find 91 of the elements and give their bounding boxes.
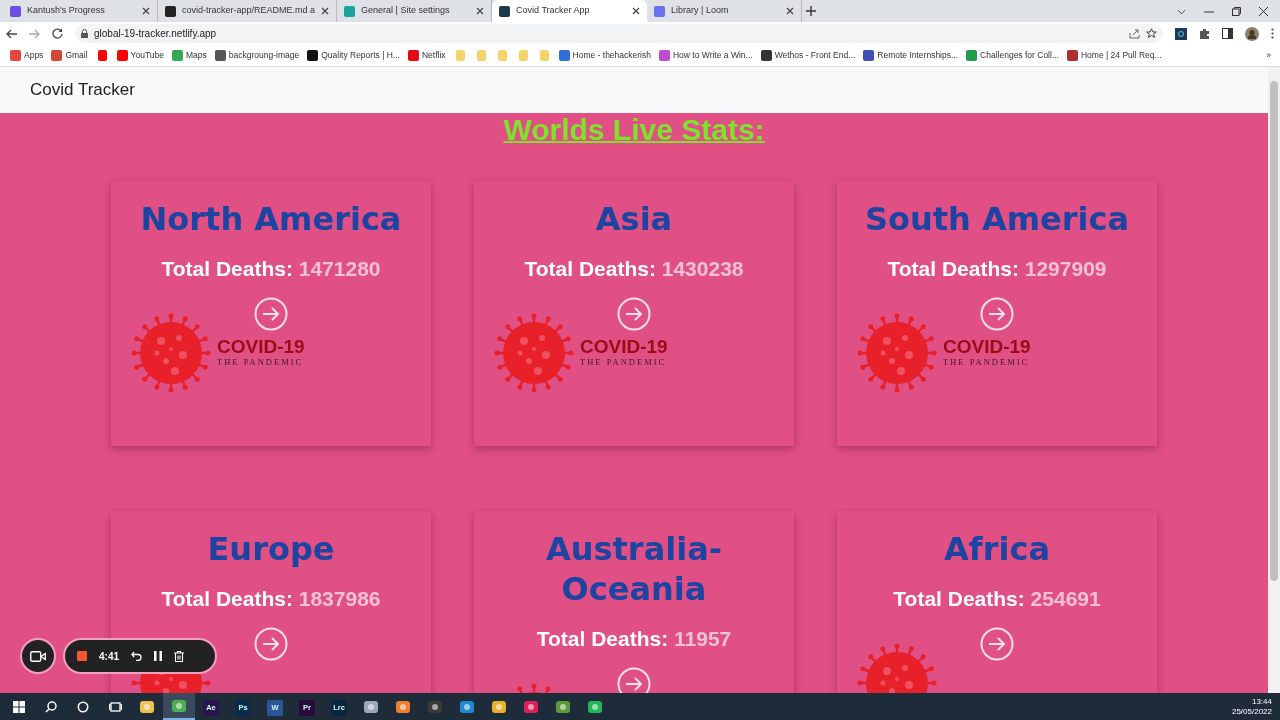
logo-title: COVID-19 <box>580 336 668 356</box>
total-deaths: Total Deaths: 254691 <box>892 586 1102 612</box>
close-icon[interactable] <box>632 7 641 15</box>
arrow-circle-icon[interactable] <box>254 626 288 661</box>
bookmark[interactable]: Apps <box>24 49 44 62</box>
trash-icon[interactable] <box>174 650 184 662</box>
arrow-circle-icon[interactable] <box>254 296 288 331</box>
share-icon[interactable] <box>1129 28 1140 39</box>
region-title: Europe <box>206 529 336 569</box>
restore-icon[interactable] <box>1232 7 1241 16</box>
navbar-brand[interactable]: Covid Tracker <box>30 77 135 103</box>
arrow-circle-icon[interactable] <box>980 296 1014 331</box>
back-icon[interactable] <box>6 28 17 39</box>
app-icon[interactable] <box>459 699 475 716</box>
clock-date: 25/05/2022 <box>1231 706 1272 717</box>
tab-title: Covid Tracker App <box>516 4 591 18</box>
more-icon[interactable] <box>1271 28 1274 39</box>
virus-icon <box>131 312 211 393</box>
undo-icon[interactable] <box>131 651 142 661</box>
bookmark[interactable]: Home | 24 Pull Req... <box>1081 49 1162 62</box>
address-bar[interactable]: global-19-tracker.netlify.app <box>75 24 1163 43</box>
pause-icon[interactable] <box>154 651 162 661</box>
app-icon[interactable] <box>491 699 507 716</box>
sidepanel-icon[interactable] <box>1222 28 1233 39</box>
task-view-icon[interactable] <box>108 701 122 714</box>
bookmark[interactable]: Maps <box>186 49 207 62</box>
chevron-icon[interactable] <box>1177 8 1186 15</box>
logo-title: COVID-19 <box>217 336 305 356</box>
logo-title: COVID-19 <box>943 336 1031 356</box>
lock-icon <box>81 29 88 38</box>
region-title: South America <box>863 199 1131 239</box>
app-icon[interactable] <box>363 699 379 716</box>
logo-subtitle: THE PANDEMIC <box>217 355 305 369</box>
total-deaths: Total Deaths: 1837986 <box>160 586 382 612</box>
close-icon[interactable] <box>321 7 330 15</box>
bookmark[interactable]: Home - thehackerish <box>572 49 651 62</box>
app-icon[interactable] <box>587 699 603 716</box>
bookmark[interactable]: Quality Reports | H... <box>321 49 400 62</box>
close-icon[interactable] <box>476 7 485 15</box>
arrow-circle-icon[interactable] <box>980 626 1014 661</box>
region-title: Australia-Oceania <box>544 529 724 609</box>
bookmark[interactable]: Remote Internships... <box>877 49 959 62</box>
tab[interactable]: Covid Tracker App <box>492 0 648 22</box>
bookmark[interactable]: backgroung-image <box>228 49 300 62</box>
app-icon[interactable] <box>523 699 539 716</box>
total-deaths: Total Deaths: 1471280 <box>160 256 382 282</box>
app-icon[interactable] <box>139 699 155 716</box>
tab-title: Library | Loom <box>671 4 730 18</box>
reload-icon[interactable] <box>52 28 63 39</box>
tab-title: General | Site settings <box>361 4 451 18</box>
avatar-icon[interactable] <box>1245 26 1259 41</box>
app-icon[interactable] <box>555 699 571 716</box>
app-icon[interactable] <box>171 698 187 715</box>
puzzle-icon[interactable] <box>1199 28 1210 39</box>
logo-subtitle: THE PANDEMIC <box>943 355 1031 369</box>
bookmark[interactable]: Gmail <box>65 49 88 62</box>
app-icon[interactable] <box>395 699 411 716</box>
arrow-circle-icon[interactable] <box>617 296 651 331</box>
windows-icon[interactable] <box>13 701 25 714</box>
total-deaths: Total Deaths: 1430238 <box>523 256 745 282</box>
extension-icon[interactable] <box>1175 27 1187 40</box>
page-heading: Worlds Live Stats: <box>503 113 765 146</box>
circle-icon[interactable] <box>77 701 89 714</box>
bookmark[interactable]: Challenges for Coll... <box>980 49 1059 62</box>
more-bookmarks-button[interactable]: » <box>1266 49 1274 62</box>
close-icon[interactable] <box>786 7 795 15</box>
url-text: global-19-tracker.netlify.app <box>94 27 218 41</box>
bookmark[interactable]: YouTube <box>130 49 164 62</box>
scrollbar[interactable] <box>1268 67 1280 693</box>
tab-title: covid-tracker-app/README.md a <box>182 4 316 18</box>
search-icon[interactable] <box>45 701 57 714</box>
close-icon[interactable] <box>142 7 150 15</box>
clock-time: 13:44 <box>1250 696 1272 707</box>
total-deaths: Total Deaths: 1297909 <box>886 256 1108 282</box>
virus-icon <box>494 312 574 393</box>
total-deaths: Total Deaths: 11957 <box>535 626 733 652</box>
bookmark[interactable]: Netflix <box>421 49 446 62</box>
recording-time: 4:41 <box>99 649 119 664</box>
region-title: Africa <box>943 529 1051 569</box>
app-icon[interactable] <box>427 699 443 716</box>
logo-subtitle: THE PANDEMIC <box>580 355 668 369</box>
star-icon[interactable] <box>1146 28 1157 39</box>
virus-icon <box>857 312 937 393</box>
bookmark[interactable]: Wethos - Front End... <box>774 49 856 62</box>
close-icon[interactable] <box>1259 7 1268 16</box>
region-title: North America <box>139 199 403 239</box>
bookmark[interactable]: How to Write a Win... <box>672 49 753 62</box>
camera-icon <box>30 650 46 662</box>
minimize-icon[interactable] <box>1204 10 1214 13</box>
region-title: Asia <box>594 199 674 239</box>
tab-title: Kantush's Progress <box>27 4 106 18</box>
